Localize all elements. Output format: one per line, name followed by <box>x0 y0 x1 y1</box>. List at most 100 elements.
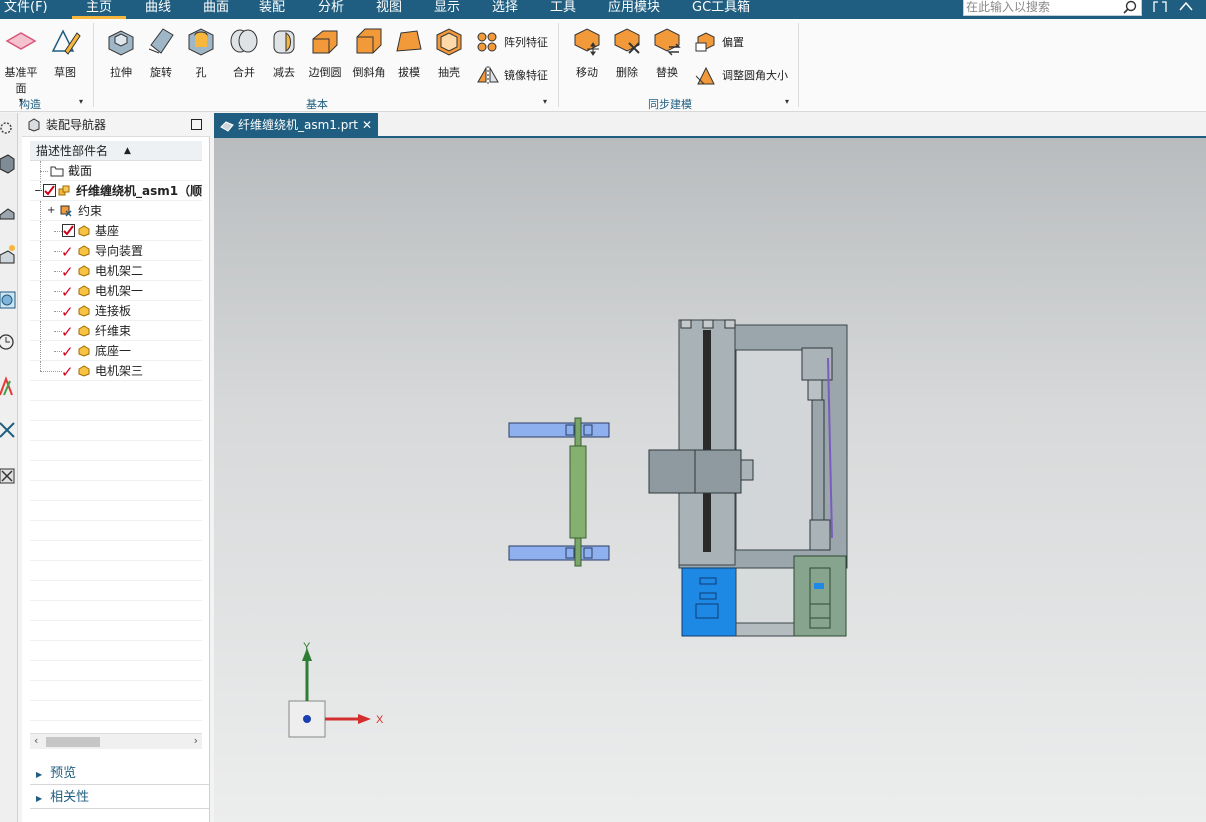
tree-row-label: 导向装置 <box>95 244 144 258</box>
delete-face-icon <box>614 28 640 54</box>
hole-button[interactable]: 孔 <box>184 25 218 80</box>
chamfer-button[interactable]: 倒斜角 <box>350 25 388 80</box>
checked-checkbox-icon[interactable] <box>62 224 75 237</box>
edge-blend-button[interactable]: 边倒圆 <box>306 25 344 80</box>
checkmark-icon[interactable]: ✓ <box>61 262 74 280</box>
unite-button[interactable]: 合并 <box>227 25 261 80</box>
preview-section[interactable]: ▶ 预览 <box>30 763 210 785</box>
checkmark-icon[interactable]: ✓ <box>61 282 74 300</box>
tree-row-part[interactable]: ✓ 底座一 <box>30 341 202 361</box>
sketch-button[interactable]: 草图 <box>48 25 82 80</box>
model-view[interactable]: Y X <box>214 138 1206 822</box>
checkmark-icon[interactable]: ✓ <box>61 342 74 360</box>
construct-group-arrow[interactable]: ▾ <box>79 97 83 106</box>
part-icon <box>78 365 90 377</box>
replace-face-button[interactable]: 替换 <box>650 25 684 80</box>
winding-machine-frame[interactable] <box>648 319 848 569</box>
scroll-right-icon[interactable]: › <box>194 734 198 747</box>
revolve-icon <box>148 28 174 54</box>
scrollbar-thumb[interactable] <box>46 737 100 747</box>
tree-row-part[interactable]: ✓ 纤维束 <box>30 321 202 341</box>
role-icon[interactable] <box>0 419 18 441</box>
horizontal-scrollbar[interactable]: ‹ › <box>30 733 202 749</box>
shell-button[interactable]: 抽壳 <box>432 25 466 80</box>
menu-select[interactable]: 选择 <box>492 0 518 19</box>
close-tab-icon[interactable]: ✕ <box>362 113 372 138</box>
offset-region-button[interactable]: 偏置 <box>694 31 744 53</box>
subtract-button[interactable]: 减去 <box>267 25 301 80</box>
subtract-icon <box>273 30 295 54</box>
y-axis-label: Y <box>303 641 311 653</box>
checkmark-icon[interactable]: ✓ <box>61 322 74 340</box>
mirror-feature-label: 镜像特征 <box>504 69 548 82</box>
menu-file[interactable]: 文件(F) <box>4 0 48 19</box>
search-icon[interactable] <box>1122 0 1138 14</box>
command-search-input[interactable]: 在此输入以搜索 <box>963 0 1142 16</box>
move-face-button[interactable]: 移动 <box>569 25 605 80</box>
tree-row-assembly[interactable]: − 纤维缠绕机_asm1（顺 <box>30 181 202 201</box>
group-separator <box>798 23 799 107</box>
connecting-plate[interactable] <box>735 622 795 637</box>
menu-view[interactable]: 视图 <box>376 0 402 19</box>
base-green[interactable] <box>793 555 847 637</box>
delete-face-button[interactable]: 删除 <box>610 25 644 80</box>
tree-row-part[interactable]: 基座 <box>30 221 202 241</box>
empty-row <box>30 481 202 501</box>
search-placeholder: 在此输入以搜索 <box>966 0 1051 14</box>
menu-curve[interactable]: 曲线 <box>145 0 171 19</box>
close-window-icon[interactable] <box>1178 0 1194 12</box>
tree-row-label: 纤维束 <box>95 324 132 338</box>
part-navigator-icon[interactable] <box>0 243 18 265</box>
menu-assembly[interactable]: 装配 <box>259 0 285 19</box>
restore-window-icon[interactable] <box>1152 0 1168 12</box>
extrude-icon <box>108 30 134 56</box>
dependencies-section[interactable]: ▶ 相关性 <box>30 787 210 809</box>
tree-row-part[interactable]: ✓ 导向装置 <box>30 241 202 261</box>
checked-checkbox-icon[interactable] <box>43 184 56 197</box>
assembly-navigator-icon[interactable] <box>0 153 18 175</box>
resize-blend-button[interactable]: 调整圆角大小 <box>694 64 788 86</box>
extrude-button[interactable]: 拉伸 <box>104 25 138 80</box>
sort-ascending-icon[interactable]: ▲ <box>124 141 131 161</box>
datum-plane-button[interactable]: 基准平面 ▾ <box>0 25 42 105</box>
expand-toggle-icon[interactable]: + <box>47 201 55 220</box>
menu-analysis[interactable]: 分析 <box>318 0 344 19</box>
tree-row-constraints[interactable]: + 约束 <box>30 201 202 221</box>
tools-icon[interactable] <box>0 465 18 487</box>
checkmark-icon[interactable]: ✓ <box>61 242 74 260</box>
mirror-feature-button[interactable]: 镜像特征 <box>476 64 548 86</box>
basic-group-arrow[interactable]: ▾ <box>543 97 547 106</box>
tree-row-part[interactable]: ✓ 电机架一 <box>30 281 202 301</box>
menu-tools[interactable]: 工具 <box>550 0 576 19</box>
chamfer-icon <box>356 28 382 54</box>
base-blue[interactable] <box>681 567 737 637</box>
ribbon: 基准平面 ▾ 草图 构造 ▾ 拉伸 旋转 孔 合并 减去 边倒圆 倒斜角 拔模 <box>0 19 1206 112</box>
collapse-toggle-icon[interactable]: − <box>34 181 43 200</box>
pattern-feature-button[interactable]: 阵列特征 <box>476 31 548 53</box>
graphics-window[interactable]: Y X <box>214 138 1206 822</box>
scroll-left-icon[interactable]: ‹ <box>34 734 38 747</box>
sync-group-arrow[interactable]: ▾ <box>785 97 789 106</box>
menu-surface[interactable]: 曲面 <box>203 0 229 19</box>
maximize-panel-icon[interactable] <box>191 119 202 130</box>
menu-display[interactable]: 显示 <box>434 0 460 19</box>
document-tab[interactable]: 纤维缠绕机_asm1.prt ✕ <box>214 113 378 138</box>
web-browser-icon[interactable] <box>0 289 18 311</box>
settings-icon[interactable] <box>0 117 18 139</box>
tree-row-sections[interactable]: 截面 <box>30 161 202 181</box>
revolve-button[interactable]: 旋转 <box>144 25 178 80</box>
column-header[interactable]: 描述性部件名 ▲ <box>30 141 202 161</box>
menu-gc-toolbox[interactable]: GC工具箱 <box>692 0 750 19</box>
guide-device[interactable] <box>508 417 610 567</box>
checkmark-icon[interactable]: ✓ <box>61 362 74 380</box>
history-icon[interactable] <box>0 331 18 353</box>
tree-row-part[interactable]: ✓ 电机架二 <box>30 261 202 281</box>
menu-applications[interactable]: 应用模块 <box>608 0 660 19</box>
menu-home[interactable]: 主页 <box>71 0 127 19</box>
tree-row-part[interactable]: ✓ 电机架三 <box>30 361 202 381</box>
draft-button[interactable]: 拔模 <box>392 25 426 80</box>
constraint-navigator-icon[interactable] <box>0 201 18 223</box>
checkmark-icon[interactable]: ✓ <box>61 302 74 320</box>
visual-reports-icon[interactable] <box>0 375 18 397</box>
tree-row-part[interactable]: ✓ 连接板 <box>30 301 202 321</box>
